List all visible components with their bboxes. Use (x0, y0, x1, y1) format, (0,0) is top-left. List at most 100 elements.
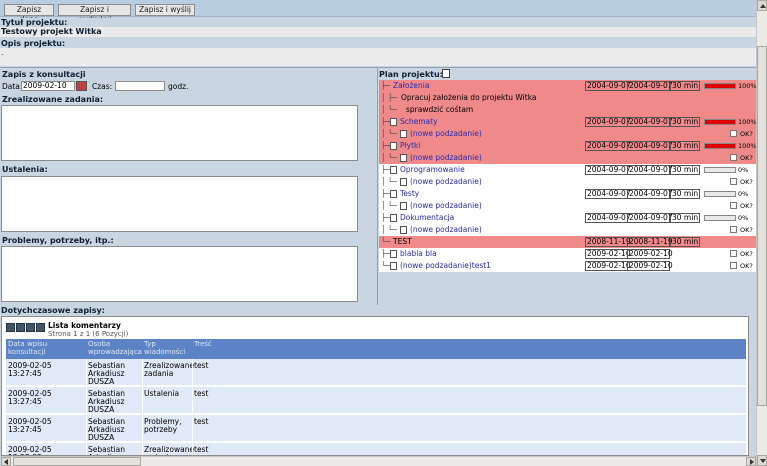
ok-checkbox[interactable] (730, 226, 737, 233)
plan-task-name[interactable]: sprawdzić cośtam (406, 104, 473, 116)
plan-row[interactable]: │ └─ (nowe podzadanie) OK? (379, 200, 756, 212)
duration[interactable]: 30 min (670, 189, 700, 199)
duration[interactable]: 30 min (670, 141, 700, 151)
start-date[interactable]: 2004-09-07 (585, 117, 631, 127)
duration[interactable]: 30 min (670, 213, 700, 223)
ok-checkbox[interactable] (730, 262, 737, 269)
ok-checkbox[interactable] (730, 202, 737, 209)
next-page-icon[interactable] (26, 323, 35, 332)
ok-checkbox[interactable] (730, 130, 737, 137)
col-type[interactable]: Typ wiadomości (144, 340, 192, 356)
plan-row[interactable]: │ ├─ Opracuj założenia do projektu Witka (379, 92, 756, 104)
end-date[interactable]: 2004-09-07 (627, 117, 673, 127)
plan-task-name[interactable]: Dokumentacja (400, 212, 454, 224)
tree-connector: │ └─ (381, 201, 397, 210)
scroll-up-button[interactable] (757, 0, 767, 11)
col-date[interactable]: Data wpisu konsultacji (8, 340, 84, 356)
list-title: Lista komentarzy (48, 321, 121, 330)
plan-task-name[interactable]: (nowe podzadanie) (410, 224, 482, 236)
plan-row[interactable]: │ └─ (nowe podzadanie) OK? (379, 128, 756, 140)
ok-checkbox[interactable] (730, 250, 737, 257)
start-date[interactable]: 2004-09-07 (585, 141, 631, 151)
end-date[interactable]: 2004-09-07 (627, 81, 673, 91)
prev-page-icon[interactable] (16, 323, 25, 332)
plan-task-name[interactable]: (nowe podzadanie)test1 (400, 260, 491, 272)
plan-row[interactable]: └─ (nowe podzadanie)test1 2009-02-10 2009-0… (379, 260, 756, 272)
plan-task-name[interactable]: Opracuj założenia do projektu Witka (401, 92, 537, 104)
scroll-down-button[interactable] (757, 455, 767, 466)
cell-content: test (194, 417, 209, 426)
save-print-button[interactable]: Zapisz i wydrukuj (58, 4, 131, 24)
col-person[interactable]: Osoba wprowadzająca (88, 340, 142, 356)
save-send-button[interactable]: Zapisz i wyślij (135, 4, 195, 16)
time-field[interactable] (115, 81, 165, 91)
end-date[interactable]: 2004-09-07 (627, 141, 673, 151)
vertical-scrollbar[interactable] (756, 0, 767, 466)
start-date[interactable]: 2008-11-19 (585, 237, 631, 247)
plan-row[interactable]: ├─ Dokumentacja 2004-09-07 2004-09-07 30 min… (379, 212, 756, 224)
done-tasks-textarea[interactable] (1, 105, 358, 161)
plan-task-name[interactable]: Płytki (400, 140, 420, 152)
findings-textarea[interactable] (1, 176, 358, 232)
plan-task-name[interactable]: (nowe podzadanie) (410, 176, 482, 188)
plan-task-name[interactable]: (nowe podzadanie) (410, 200, 482, 212)
scroll-left-button[interactable] (1, 457, 11, 466)
start-date[interactable]: 2004-09-07 (585, 213, 631, 223)
plan-row[interactable]: ├─ Oprogramowanie 2004-09-07 2004-09-07 30 m… (379, 164, 756, 176)
plan-row[interactable]: │ └─ (nowe podzadanie) OK? (379, 224, 756, 236)
save-button[interactable]: Zapisz dane (4, 4, 54, 24)
horizontal-scrollbar[interactable] (1, 456, 756, 466)
date-field[interactable]: 2009-02-10 (21, 81, 75, 91)
plan-task-name[interactable]: blabla bla (400, 248, 437, 260)
plan-row[interactable]: │ └─ (nowe podzadanie) OK? (379, 152, 756, 164)
table-row[interactable]: 2009-02-05 13:28:03 Sebastian Arkadiusz Zr… (6, 443, 746, 455)
duration[interactable]: 30 min (670, 81, 700, 91)
col-content[interactable]: Treść (194, 340, 212, 348)
plan-task-name[interactable]: TEST (393, 236, 412, 248)
horizontal-scroll-thumb[interactable] (13, 457, 141, 466)
end-date[interactable]: 2004-09-07 (627, 213, 673, 223)
problems-textarea[interactable] (1, 246, 358, 302)
end-date[interactable]: 2009-02-10 (627, 249, 673, 259)
plan-row[interactable]: ├─ Założenia 2004-09-07 2004-09-07 30 min 100… (379, 80, 757, 92)
end-date[interactable]: 2004-09-07 (627, 165, 673, 175)
plan-task-name[interactable]: Testy (400, 188, 419, 200)
table-row[interactable]: 2009-02-05 13:27:45 Sebastian Arkadiusz D… (6, 387, 746, 414)
table-row[interactable]: 2009-02-05 13:27:45 Sebastian Arkadiusz D… (6, 359, 746, 386)
duration[interactable]: 30 min (670, 165, 700, 175)
plan-task-name[interactable]: (nowe podzadanie) (410, 152, 482, 164)
duration[interactable]: 30 min (670, 237, 700, 247)
plan-task-name[interactable]: Założenia (393, 80, 429, 92)
end-date[interactable]: 2009-02-10 (627, 261, 673, 271)
new-document-icon[interactable] (442, 69, 450, 78)
start-date[interactable]: 2004-09-07 (585, 81, 631, 91)
plan-task-name[interactable]: (nowe podzadanie) (410, 128, 482, 140)
ok-checkbox[interactable] (730, 178, 737, 185)
plan-row[interactable]: │ └─ sprawdzić cośtam (379, 104, 756, 116)
last-page-icon[interactable] (36, 323, 45, 332)
first-page-icon[interactable] (6, 323, 15, 332)
project-desc-value[interactable]: . (0, 48, 756, 66)
plan-task-name[interactable]: Schematy (400, 116, 438, 128)
scroll-right-button[interactable] (746, 457, 756, 466)
start-date[interactable]: 2009-02-10 (585, 249, 631, 259)
ok-checkbox[interactable] (730, 154, 737, 161)
plan-row[interactable]: ├─ Testy 2004-09-07 2004-09-07 30 min 0% (379, 188, 756, 200)
start-date[interactable]: 2004-09-07 (585, 165, 631, 175)
calendar-icon[interactable] (76, 81, 87, 91)
plan-row[interactable]: │ └─ (nowe podzadanie) OK? (379, 176, 756, 188)
plan-row[interactable]: ├─ blabla bla 2009-02-10 2009-02-10 OK? (379, 248, 756, 260)
start-date[interactable]: 2004-09-07 (585, 189, 631, 199)
document-icon (400, 154, 407, 162)
duration[interactable]: 30 min (670, 117, 700, 127)
plan-row[interactable]: ├─ Płytki 2004-09-07 2004-09-07 30 min 100% (379, 140, 757, 152)
plan-row[interactable]: ├─ Schematy 2004-09-07 2004-09-07 30 min 100% (379, 116, 757, 128)
project-title-value[interactable]: Testowy projekt Witka (0, 27, 756, 37)
plan-row[interactable]: └─ TEST 2008-11-19 2008-11-19 30 min (379, 236, 756, 248)
table-row[interactable]: 2009-02-05 13:27:45 Sebastian Arkadiusz D… (6, 415, 746, 442)
end-date[interactable]: 2004-09-07 (627, 189, 673, 199)
plan-task-name[interactable]: Oprogramowanie (400, 164, 465, 176)
vertical-scroll-thumb[interactable] (757, 46, 767, 406)
start-date[interactable]: 2009-02-10 (585, 261, 631, 271)
end-date[interactable]: 2008-11-19 (627, 237, 673, 247)
